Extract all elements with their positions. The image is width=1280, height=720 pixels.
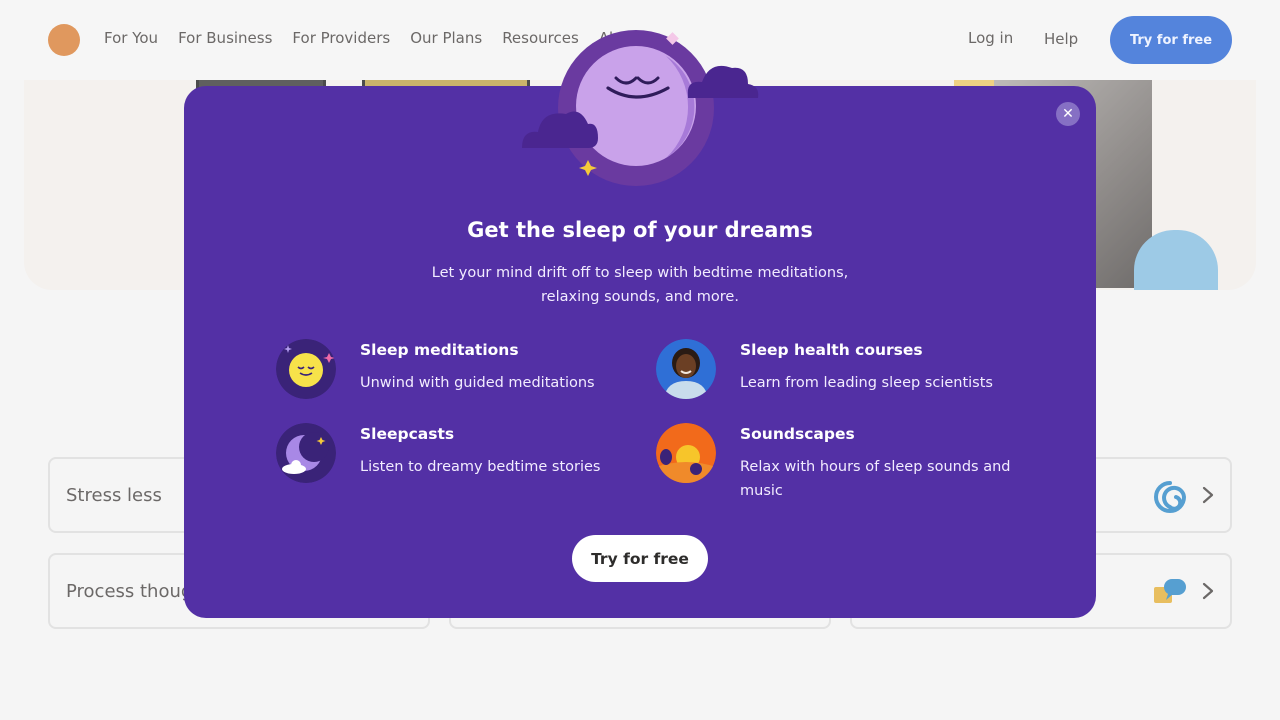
- instructor-portrait: [656, 339, 716, 399]
- modal-subtitle: Let your mind drift off to sleep with be…: [420, 261, 860, 309]
- try-for-free-modal-button[interactable]: Try for free: [572, 535, 708, 582]
- sleeping-moon-illustration: [522, 30, 759, 186]
- feature-title: Sleep health courses: [740, 341, 923, 359]
- sleepy-moon-icon: [276, 339, 336, 399]
- feature-description: Learn from leading sleep scientists: [740, 375, 993, 391]
- feature-title: Sleepcasts: [360, 425, 455, 443]
- crescent-moon-icon: [276, 423, 336, 483]
- modal-subtitle-line: relaxing sounds, and more.: [541, 289, 739, 305]
- feature-description: Unwind with guided meditations: [360, 375, 595, 391]
- feature-description: Listen to dreamy bedtime stories: [360, 459, 601, 475]
- feature-description: Relax with hours of sleep sounds and mus…: [740, 459, 1011, 499]
- sunset-birds-icon: [656, 423, 716, 483]
- feature-title: Sleep meditations: [360, 341, 519, 359]
- modal-subtitle-line: Let your mind drift off to sleep with be…: [431, 265, 849, 281]
- close-icon[interactable]: ✕: [1056, 102, 1080, 126]
- modal-title: Get the sleep of your dreams: [467, 218, 813, 242]
- feature-title: Soundscapes: [740, 425, 855, 443]
